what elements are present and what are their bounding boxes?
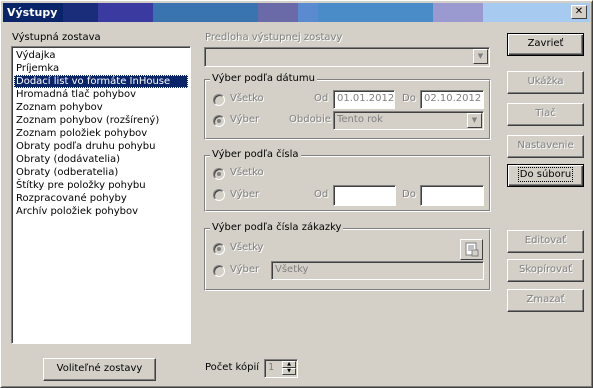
copies-stepper[interactable]: 1 ▲ ▼ (264, 359, 298, 378)
period-label: Obdobie (289, 114, 331, 125)
list-item[interactable]: Zoznam pohybov (14, 101, 188, 114)
copies-value: 1 (268, 362, 275, 373)
date-from-value: 01.01.2012 (337, 93, 395, 104)
number-from-label: Od (314, 189, 329, 200)
print-button[interactable]: Tlač (507, 103, 584, 126)
close-button-label: Zavrieť (527, 38, 564, 49)
number-to-input[interactable] (420, 185, 484, 206)
print-button-label: Tlač (535, 108, 556, 119)
chevron-down-icon[interactable]: ▼ (467, 113, 482, 128)
copy-button[interactable]: Skopírovať (507, 259, 584, 282)
date-all-radio[interactable] (213, 94, 225, 106)
list-item[interactable]: Archív položiek pohybov (14, 205, 188, 218)
list-item[interactable]: Výdajka (14, 49, 188, 62)
optional-reports-label: Voliteľné zostavy (56, 363, 143, 374)
window-title: Výstupy (7, 6, 58, 19)
order-all-label: Všetky (230, 242, 264, 253)
order-picker-button[interactable] (460, 239, 483, 260)
date-all-label: Všetko (230, 93, 264, 104)
list-item[interactable]: Obraty (odberatelia) (14, 166, 188, 179)
list-item[interactable]: Rozpracované pohyby (14, 192, 188, 205)
preview-button-label: Ukážka (527, 76, 564, 87)
template-dropdown[interactable]: ▼ (204, 47, 490, 67)
order-all-radio[interactable] (213, 243, 225, 255)
edit-button[interactable]: Editovať (507, 230, 584, 253)
order-group-legend: Výber podľa čísla zákazky (210, 222, 344, 233)
date-group-legend: Výber podľa dátumu (210, 73, 317, 84)
vystupy-dialog: Výstupy ✕ Výstupná zostava Výdajka Príjem… (0, 0, 593, 388)
copy-button-label: Skopírovať (518, 264, 572, 275)
output-report-list[interactable]: Výdajka Príjemka Dodací list vo formáte In… (11, 46, 191, 344)
number-from-input[interactable] (333, 185, 396, 206)
settings-button[interactable]: Nastavenie (507, 135, 584, 158)
period-value: Tento rok (337, 114, 383, 125)
date-from-label: Od (314, 93, 329, 104)
date-to-input[interactable]: 02.10.2012 (420, 90, 484, 109)
date-selection-group: Výber podľa dátumu (204, 73, 491, 140)
document-picker-icon (465, 242, 479, 257)
list-item[interactable]: Zoznam položiek pohybov (14, 127, 188, 140)
edit-button-label: Editovať (524, 235, 567, 246)
number-select-radio[interactable] (213, 189, 225, 201)
spin-up-icon[interactable]: ▲ (282, 361, 296, 368)
output-list-label: Výstupná zostava (12, 32, 101, 43)
list-item[interactable]: Hromadná tlač pohybov (14, 88, 188, 101)
date-from-input[interactable]: 01.01.2012 (333, 90, 395, 109)
settings-button-label: Nastavenie (517, 140, 574, 151)
preview-button[interactable]: Ukážka (507, 71, 584, 94)
date-to-label: Do (402, 93, 416, 104)
order-select-radio[interactable] (213, 265, 225, 277)
chevron-down-icon[interactable]: ▼ (473, 49, 488, 64)
delete-button[interactable]: Zmazať (507, 289, 584, 312)
template-label: Predloha výstupnej zostavy (205, 32, 343, 43)
date-to-value: 02.10.2012 (424, 93, 482, 104)
title-bar[interactable]: Výstupy ✕ (3, 3, 590, 22)
date-select-radio[interactable] (213, 115, 225, 127)
close-button[interactable]: Zavrieť (507, 33, 584, 56)
date-select-label: Výber (230, 114, 260, 125)
order-selection-group: Výber podľa čísla zákazky (204, 222, 491, 291)
number-group-legend: Výber podľa čísla (210, 149, 301, 160)
close-icon: ✕ (574, 6, 584, 17)
number-select-label: Výber (230, 189, 260, 200)
list-item[interactable]: Obraty (dodávatelia) (14, 153, 188, 166)
order-select-input[interactable]: Všetky (271, 261, 484, 280)
list-item[interactable]: Obraty podľa druhu pohybu (14, 140, 188, 153)
number-to-label: Do (402, 189, 416, 200)
number-all-radio[interactable] (213, 168, 225, 180)
to-file-button[interactable]: Do súboru (507, 164, 584, 187)
order-select-label: Výber (230, 264, 260, 275)
to-file-button-label: Do súboru (517, 167, 574, 182)
period-dropdown[interactable]: Tento rok ▼ (333, 111, 484, 130)
spin-down-icon[interactable]: ▼ (282, 368, 296, 375)
list-item[interactable]: Príjemka (14, 62, 188, 75)
list-item[interactable]: Štítky pre položky pohybu (14, 179, 188, 192)
delete-button-label: Zmazať (526, 294, 565, 305)
list-item[interactable]: Dodací list vo formáte InHouse (14, 75, 188, 88)
number-all-label: Všetko (230, 167, 264, 178)
close-window-button[interactable]: ✕ (571, 5, 587, 19)
optional-reports-button[interactable]: Voliteľné zostavy (43, 358, 156, 381)
list-item[interactable]: Zoznam pohybov (rozšírený) (14, 114, 188, 127)
order-select-value: Všetky (275, 264, 309, 275)
copies-label: Počet kópií (205, 362, 259, 373)
